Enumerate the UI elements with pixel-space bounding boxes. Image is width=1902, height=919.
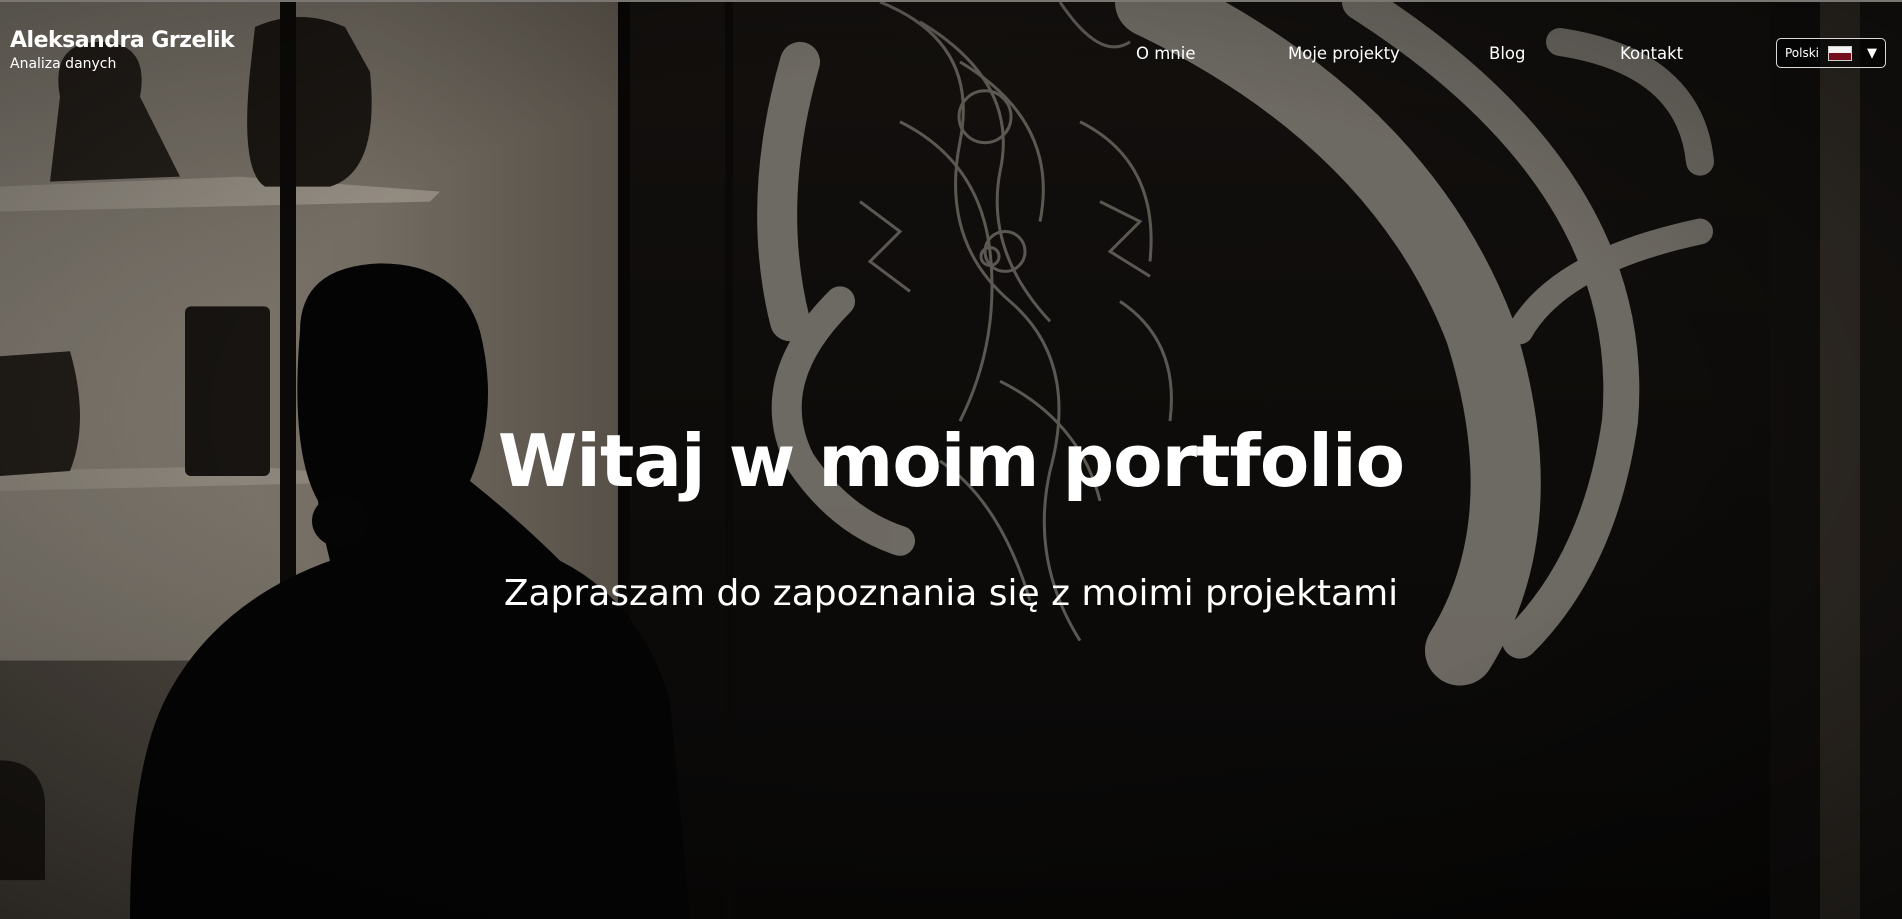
main-nav: O mnie Moje projekty Blog Kontakt <box>0 42 1902 66</box>
nav-item-blog[interactable]: Blog <box>1489 42 1525 66</box>
hero-subtitle: Zapraszam do zapoznania się z moimi proj… <box>503 573 1399 614</box>
nav-item-moje-projekty[interactable]: Moje projekty <box>1288 42 1400 66</box>
language-selector[interactable]: Polski ▼ <box>1776 38 1886 68</box>
language-selected-label: Polski <box>1785 46 1820 60</box>
page: Aleksandra Grzelik Analiza danych O mnie… <box>0 0 1902 919</box>
poland-flag-icon <box>1828 45 1853 61</box>
caret-down-icon: ▼ <box>1867 45 1877 61</box>
nav-item-o-mnie[interactable]: O mnie <box>1136 42 1196 66</box>
hero-title: Witaj w moim portfolio <box>497 419 1405 503</box>
nav-item-kontakt[interactable]: Kontakt <box>1620 42 1683 66</box>
